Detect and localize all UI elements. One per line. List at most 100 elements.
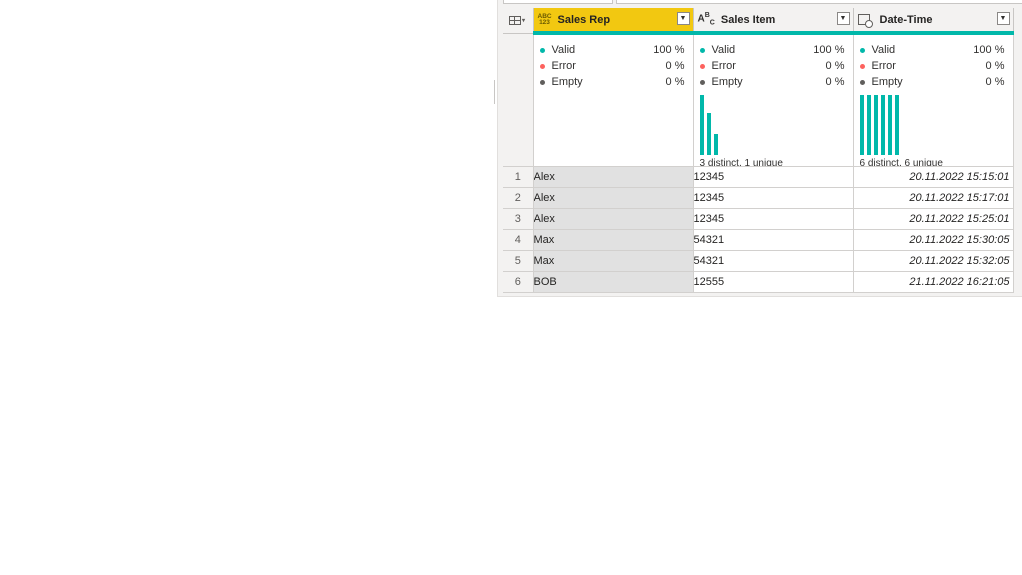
valid-dot-icon: [539, 47, 545, 53]
cell-sales-item[interactable]: 12345: [693, 187, 854, 209]
pane-splitter[interactable]: [494, 80, 495, 104]
distribution-bar[interactable]: [880, 95, 885, 155]
table-row[interactable]: 6 BOB 12555 21.11.2022 16:21:05: [503, 271, 1014, 293]
table-row[interactable]: 4 Max 54321 20.11.2022 15:30:05: [503, 229, 1014, 251]
column-header-sales-item[interactable]: ABC Sales Item ▼: [693, 8, 854, 35]
data-grid: ▾ ABC 123 Sales Rep ▼ ABC Sales Item ▼ D…: [503, 8, 1014, 293]
quality-label: Empty: [871, 76, 903, 88]
distribution-bar[interactable]: [713, 134, 718, 155]
quality-empty-row[interactable]: Empty 0 %: [694, 74, 853, 90]
quality-error-row[interactable]: Error 0 %: [694, 58, 853, 74]
text-type-icon[interactable]: ABC: [698, 12, 715, 26]
quality-pct: 0 %: [825, 60, 845, 72]
cell-sales-item[interactable]: 54321: [693, 250, 854, 272]
column-header-label: Sales Rep: [557, 13, 611, 26]
column-quality-date-time: Valid 100 % Error 0 % Empty 0 % 6 distinct,…: [853, 33, 1014, 167]
cell-date-time[interactable]: 20.11.2022 15:15:01: [853, 166, 1014, 188]
cell-sales-rep[interactable]: BOB: [533, 271, 694, 293]
distribution-bar[interactable]: [873, 95, 878, 155]
column-filter-dropdown[interactable]: ▼: [676, 12, 690, 25]
distribution-label: 3 distinct, 1 unique: [699, 158, 783, 167]
quality-pct: 0 %: [825, 76, 845, 88]
row-number[interactable]: 6: [503, 271, 534, 293]
quality-label: Empty: [711, 76, 743, 88]
quality-valid-row[interactable]: Valid 100 %: [534, 42, 693, 58]
cell-date-time[interactable]: 20.11.2022 15:17:01: [853, 187, 1014, 209]
top-tab-left[interactable]: [503, 0, 613, 4]
error-dot-icon: [699, 63, 705, 69]
distribution-bar[interactable]: [866, 95, 871, 155]
column-filter-dropdown[interactable]: ▼: [836, 12, 850, 25]
quality-empty-row[interactable]: Empty 0 %: [854, 74, 1013, 90]
distribution-bar[interactable]: [894, 95, 899, 155]
quality-valid-row[interactable]: Valid 100 %: [854, 42, 1013, 58]
cell-date-time[interactable]: 21.11.2022 16:21:05: [853, 271, 1014, 293]
distribution-bar[interactable]: [887, 95, 892, 155]
cell-sales-item[interactable]: 12345: [693, 166, 854, 188]
distribution-bar[interactable]: [699, 95, 704, 155]
row-number[interactable]: 1: [503, 166, 534, 188]
cell-sales-item[interactable]: 12555: [693, 271, 854, 293]
top-tab-right[interactable]: [616, 0, 1022, 4]
cell-sales-rep[interactable]: Max: [533, 250, 694, 272]
cell-sales-rep[interactable]: Alex: [533, 208, 694, 230]
row-number[interactable]: 4: [503, 229, 534, 251]
table-row[interactable]: 3 Alex 12345 20.11.2022 15:25:01: [503, 208, 1014, 230]
distribution-bar[interactable]: [706, 113, 711, 155]
valid-dot-icon: [859, 47, 865, 53]
table-row[interactable]: 1 Alex 12345 20.11.2022 15:15:01: [503, 166, 1014, 188]
empty-dot-icon: [699, 79, 705, 85]
cell-sales-item[interactable]: 12345: [693, 208, 854, 230]
error-dot-icon: [859, 63, 865, 69]
quality-label: Empty: [551, 76, 583, 88]
quality-label: Valid: [871, 44, 896, 56]
column-quality-sales-item: Valid 100 % Error 0 % Empty 0 % 3 distinct,…: [693, 33, 854, 167]
quality-pct: 100 %: [973, 44, 1005, 56]
quality-pct: 100 %: [813, 44, 845, 56]
cell-sales-rep[interactable]: Alex: [533, 166, 694, 188]
valid-dot-icon: [699, 47, 705, 53]
distribution-label: 6 distinct, 6 unique: [859, 158, 943, 167]
table-row[interactable]: 2 Alex 12345 20.11.2022 15:17:01: [503, 187, 1014, 209]
quality-valid-row[interactable]: Valid 100 %: [694, 42, 853, 58]
cell-sales-item[interactable]: 54321: [693, 229, 854, 251]
quality-pct: 0 %: [665, 60, 685, 72]
quality-pct: 100 %: [653, 44, 685, 56]
row-number[interactable]: 3: [503, 208, 534, 230]
quality-row-header: [503, 33, 534, 167]
quality-error-row[interactable]: Error 0 %: [854, 58, 1013, 74]
left-empty-pane: [0, 0, 494, 575]
column-header-sales-rep[interactable]: ABC 123 Sales Rep ▼: [533, 8, 694, 35]
empty-dot-icon: [859, 79, 865, 85]
distribution-bar[interactable]: [859, 95, 864, 155]
column-filter-dropdown[interactable]: ▼: [996, 12, 1010, 25]
quality-empty-row[interactable]: Empty 0 %: [534, 74, 693, 90]
column-header-date-time[interactable]: Date-Time ▼: [853, 8, 1014, 35]
empty-dot-icon: [539, 79, 545, 85]
quality-pct: 0 %: [985, 76, 1005, 88]
cell-date-time[interactable]: 20.11.2022 15:25:01: [853, 208, 1014, 230]
table-options-button[interactable]: ▾: [503, 8, 534, 34]
chevron-down-icon: ▼: [839, 15, 847, 22]
table-row[interactable]: 5 Max 54321 20.11.2022 15:32:05: [503, 250, 1014, 272]
error-dot-icon: [539, 63, 545, 69]
datetime-type-icon[interactable]: [857, 14, 873, 28]
quality-label: Valid: [711, 44, 736, 56]
quality-label: Error: [871, 60, 896, 72]
cell-date-time[interactable]: 20.11.2022 15:32:05: [853, 250, 1014, 272]
quality-error-row[interactable]: Error 0 %: [534, 58, 693, 74]
row-number[interactable]: 5: [503, 250, 534, 272]
cell-sales-rep[interactable]: Max: [533, 229, 694, 251]
distribution-bars: [699, 95, 840, 155]
cell-date-time[interactable]: 20.11.2022 15:30:05: [853, 229, 1014, 251]
quality-pct: 0 %: [985, 60, 1005, 72]
quality-label: Error: [711, 60, 736, 72]
column-quality-sales-rep: Valid 100 % Error 0 % Empty 0 %: [533, 33, 694, 167]
chevron-down-icon: ▼: [679, 15, 687, 22]
quality-label: Error: [551, 60, 576, 72]
row-number[interactable]: 2: [503, 187, 534, 209]
cell-sales-rep[interactable]: Alex: [533, 187, 694, 209]
abc-123-type-icon[interactable]: ABC 123: [538, 13, 552, 26]
quality-pct: 0 %: [665, 76, 685, 88]
column-header-label: Sales Item: [720, 13, 776, 26]
